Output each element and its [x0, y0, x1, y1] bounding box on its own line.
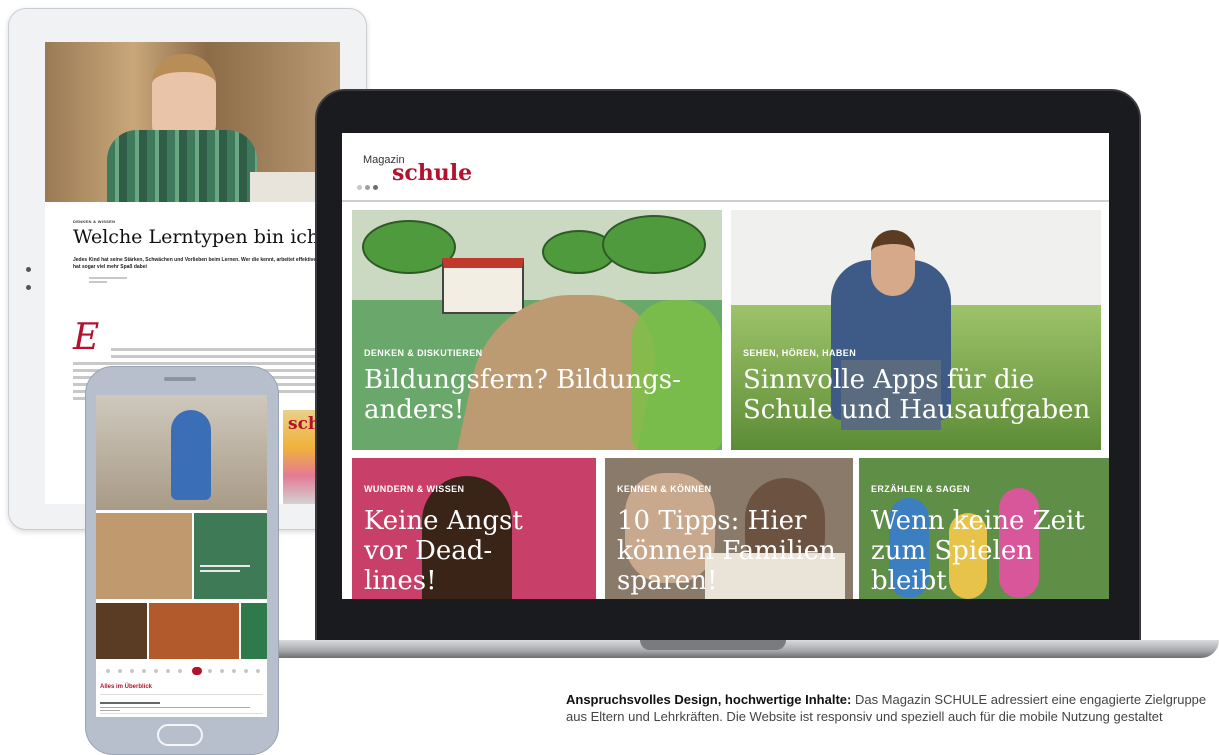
teaser-tile[interactable]: KENNEN & KÖNNEN 10 Tipps: Hier können Fa…: [605, 458, 853, 599]
body-text-line: [111, 355, 333, 358]
tile-headline[interactable]: Sinnvolle Apps für die Schule und Hausau…: [743, 365, 1093, 425]
article-title[interactable]: Welche Lerntypen bin ich?: [73, 226, 329, 248]
article-dropcap: E: [73, 317, 100, 358]
illustration-tree: [602, 215, 706, 274]
caption-bold-lead: Anspruchsvolles Design, hochwertige Inha…: [566, 692, 852, 707]
body-text-line: [73, 362, 333, 365]
hero-book: [250, 172, 320, 202]
photo-girl: [171, 410, 211, 500]
hero-girl-shirt: [107, 130, 257, 202]
phone-screen: Alles im Überblick: [96, 395, 267, 717]
tile-category-label: WUNDERN & WISSEN: [364, 484, 465, 494]
meta-author-line: [89, 277, 127, 279]
pagination-dots[interactable]: [106, 667, 261, 675]
teaser-tile[interactable]: SEHEN, HÖREN, HABEN Sinnvolle Apps für d…: [731, 210, 1101, 450]
photo-boy-head: [871, 230, 915, 296]
phone-teaser-violin-image[interactable]: [96, 603, 147, 659]
website-screen: Magazin schule DENKEN & DISKUTIEREN Bild…: [342, 133, 1109, 599]
tile-headline[interactable]: 10 Tipps: Hier können Familien sparen!: [617, 506, 847, 596]
laptop-hinge-notch: [640, 640, 786, 650]
logo-dots-icon: [357, 177, 381, 195]
site-header: Magazin schule: [342, 133, 1109, 202]
article-kicker: DENKEN & WISSEN: [73, 219, 116, 224]
list-item[interactable]: [100, 702, 250, 711]
phone-teaser-green-image[interactable]: [241, 603, 267, 659]
phone-teaser-board-image[interactable]: [194, 513, 267, 599]
teaser-tile[interactable]: DENKEN & DISKUTIEREN Bildungsfern? Bildu…: [352, 210, 722, 450]
phone-teaser-gym-image[interactable]: [96, 395, 267, 510]
board-text-lines: [200, 565, 250, 572]
tile-category-label: SEHEN, HÖREN, HABEN: [743, 348, 857, 358]
article-meta: [89, 277, 127, 283]
tile-headline[interactable]: Bildungsfern? Bildungs-anders!: [364, 365, 694, 425]
pagination-active-dot: [192, 667, 202, 675]
tablet-sensor-dot: [26, 285, 31, 290]
overview-heading: Alles im Überblick: [100, 684, 153, 690]
phone-speaker: [164, 377, 196, 381]
tablet-sensor-dot: [26, 267, 31, 272]
divider: [100, 713, 263, 714]
phone-device: Alles im Überblick: [85, 366, 279, 755]
logo-schule-text[interactable]: schule: [392, 160, 472, 186]
body-text-line: [111, 348, 333, 351]
tile-headline[interactable]: Keine Angst vor Dead-lines!: [364, 506, 564, 596]
phone-teaser-redhair-image[interactable]: [149, 603, 239, 659]
tile-category-label: DENKEN & DISKUTIEREN: [364, 348, 483, 358]
phone-teaser-cat-image[interactable]: [96, 513, 192, 599]
meta-date-line: [89, 281, 107, 283]
article-lead: Jedes Kind hat seine Stärken, Schwächen …: [73, 257, 332, 270]
teaser-tile[interactable]: WUNDERN & WISSEN Keine Angst vor Dead-li…: [352, 458, 596, 599]
tile-category-label: ERZÄHLEN & SAGEN: [871, 484, 970, 494]
teaser-tile[interactable]: ERZÄHLEN & SAGEN Wenn keine Zeit zum Spi…: [859, 458, 1109, 599]
illustration-school-house: [442, 258, 524, 314]
phone-home-button[interactable]: [157, 724, 203, 746]
divider: [100, 694, 263, 695]
tile-headline[interactable]: Wenn keine Zeit zum Spielen bleibt: [871, 506, 1101, 596]
article-hero-image: [45, 42, 340, 202]
caption-paragraph: Anspruchsvolles Design, hochwertige Inha…: [566, 691, 1216, 725]
tile-category-label: KENNEN & KÖNNEN: [617, 484, 712, 494]
